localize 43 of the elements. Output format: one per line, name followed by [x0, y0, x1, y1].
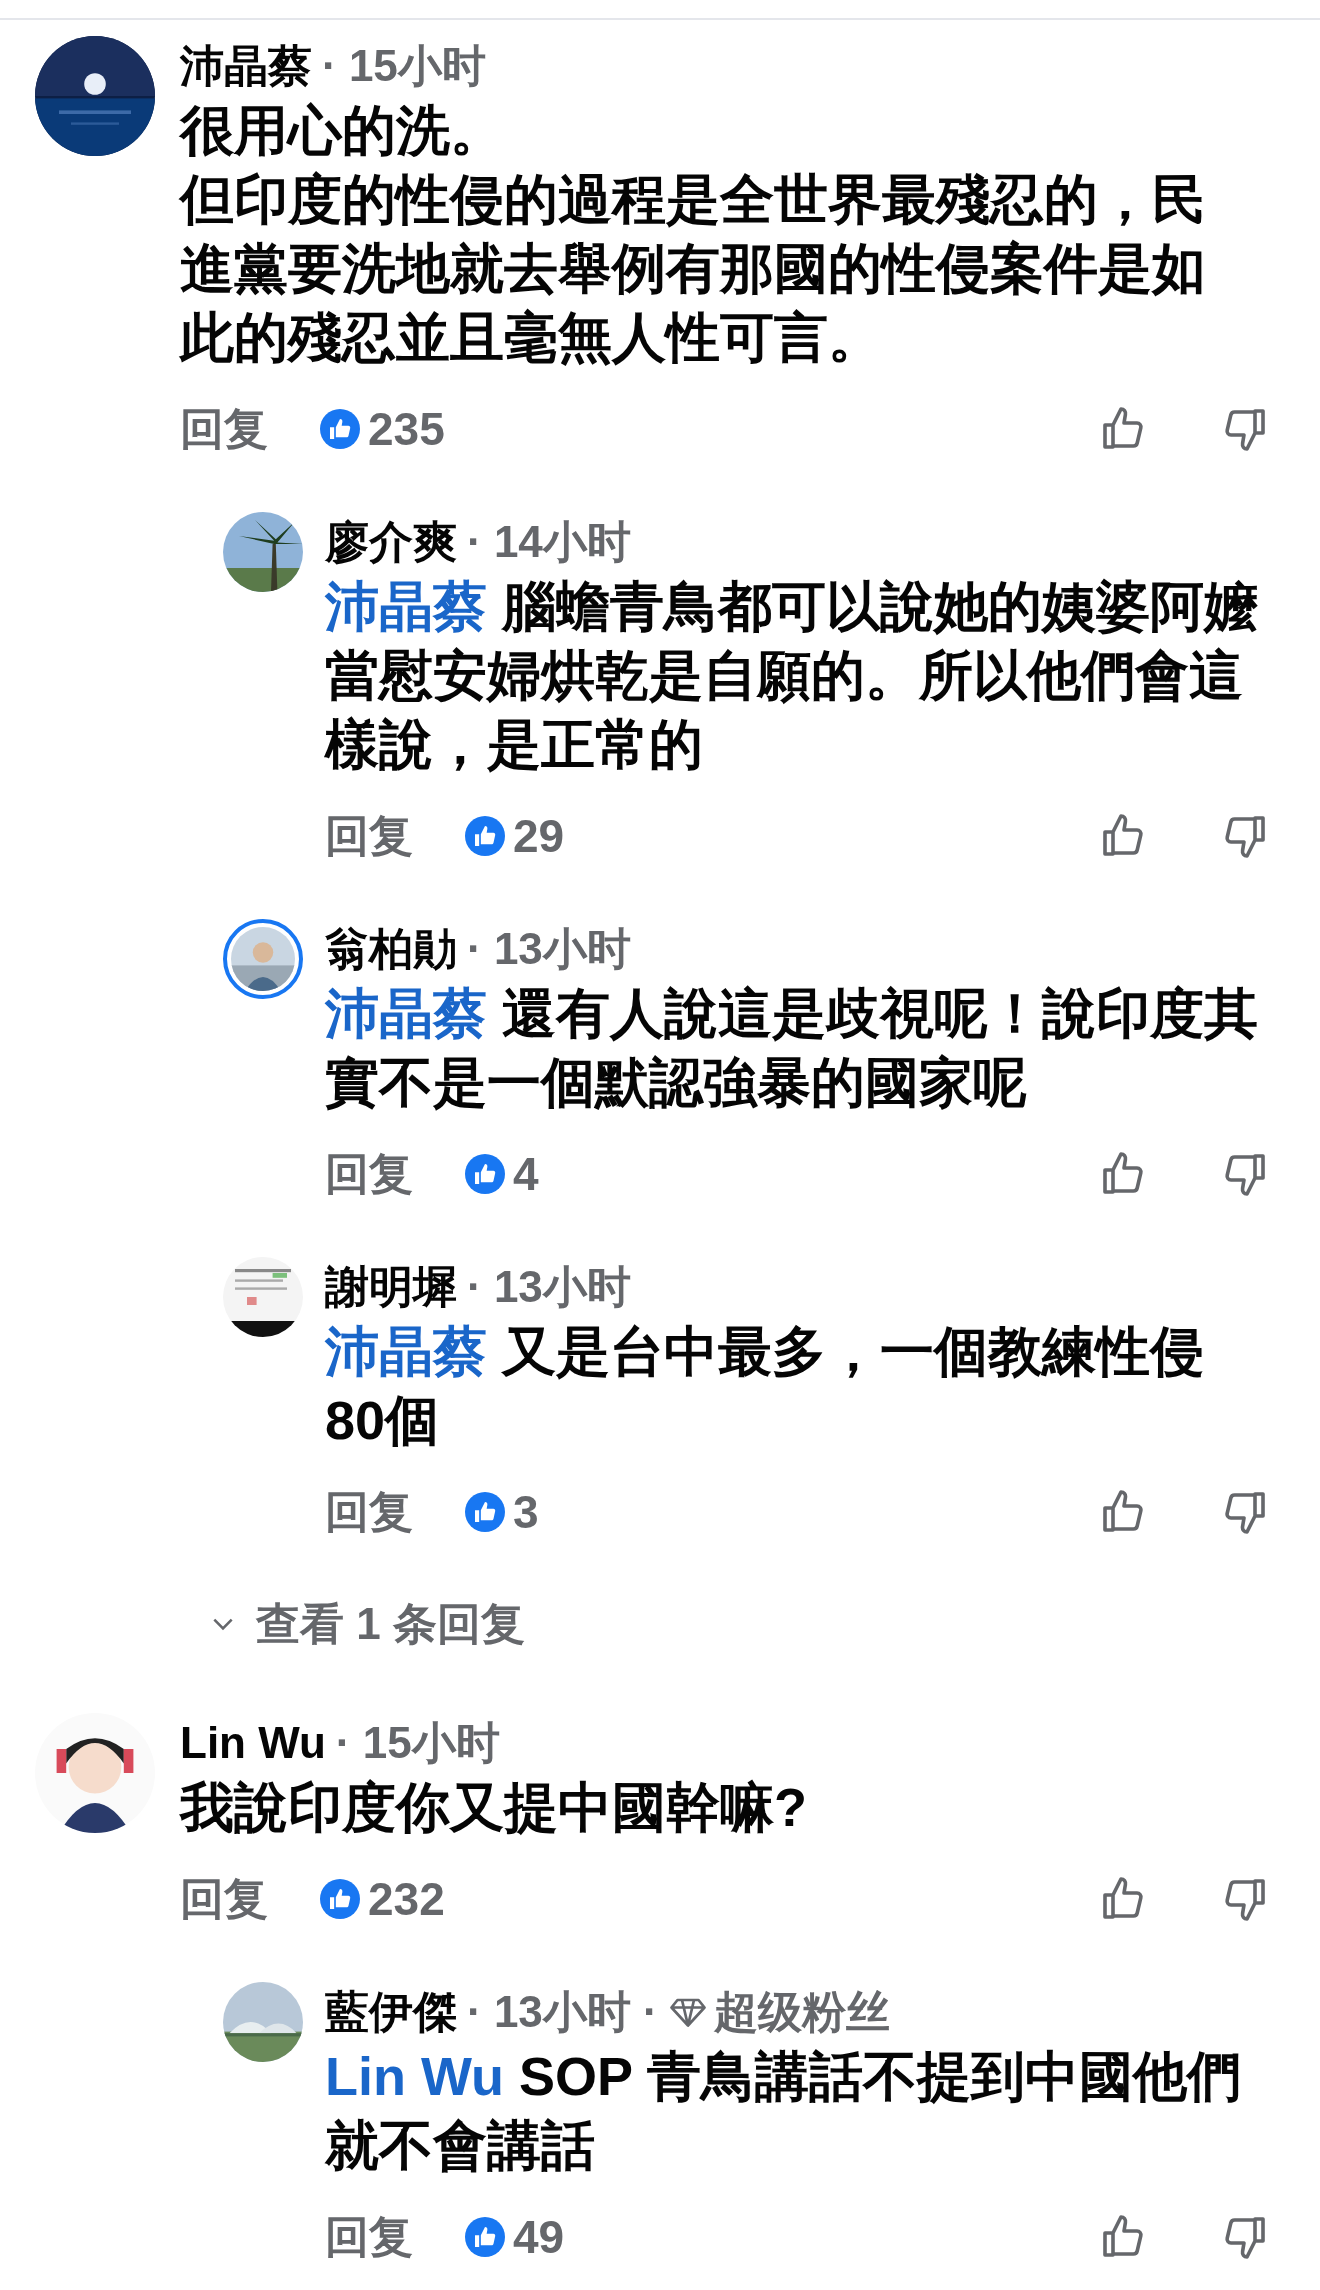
comment-text: Lin Wu SOP 青鳥講話不提到中國他們就不會講話 — [325, 2045, 1243, 2177]
timestamp: · 15小时 — [322, 40, 486, 92]
like-icon — [465, 816, 505, 856]
mention-link[interactable]: Lin Wu — [325, 2046, 504, 2106]
reply-link[interactable]: 回复 — [325, 803, 413, 869]
comment-text: 沛晶蔡 又是台中最多，一個教練性侵 80個 — [325, 1320, 1205, 1452]
like-count: 29 — [513, 808, 565, 864]
comment-text: 很用心的洗。 — [180, 99, 505, 162]
like-count: 232 — [368, 1871, 445, 1927]
comment-text: 我說印度你又提中國幹嘛? — [180, 1776, 808, 1839]
author-name: 謝明墀 — [325, 1261, 457, 1313]
reply-link[interactable]: 回复 — [325, 2204, 413, 2270]
timestamp: · 14小时 — [467, 516, 631, 568]
timestamp: · 15小时 — [335, 1717, 500, 1769]
mention-link[interactable]: 沛晶蔡 — [325, 1321, 487, 1381]
like-icon — [320, 1879, 360, 1919]
comment-text: 沛晶蔡 腦蟾青鳥都可以說她的姨婆阿嬤當慰安婦烘乾是自願的。所以他們會這樣說，是正常的 — [325, 575, 1259, 776]
timestamp: · 13小时 — [467, 1261, 631, 1313]
like-icon — [465, 2217, 505, 2257]
timestamp: · 13小时 — [467, 923, 631, 975]
reply-link[interactable]: 回复 — [180, 396, 268, 462]
like-count: 235 — [368, 401, 445, 457]
comment-text: 但印度的性侵的過程是全世界最殘忍的，民進黨要洗地就去舉例有那國的性侵案件是如此的殘忍並且毫無人性可言。 — [180, 168, 1207, 369]
author-name: 翁柏勛 — [325, 923, 457, 975]
author-name: 廖介爽 — [325, 516, 457, 568]
like-icon — [320, 409, 360, 449]
like-count: 4 — [513, 1146, 539, 1202]
mention-link[interactable]: 沛晶蔡 — [325, 576, 487, 636]
reply-link[interactable]: 回复 — [325, 1141, 413, 1207]
author-name: Lin Wu — [180, 1717, 326, 1769]
timestamp: · 13小时 · — [467, 1986, 658, 2038]
reply-link[interactable]: 回复 — [180, 1866, 268, 1932]
like-icon — [465, 1492, 505, 1532]
fan-label: 超级粉丝 — [713, 1986, 890, 2038]
like-count: 49 — [513, 2209, 565, 2265]
mention-link[interactable]: 沛晶蔡 — [325, 983, 487, 1043]
author-name: 藍伊傑 — [325, 1986, 457, 2038]
reply-link[interactable]: 回复 — [325, 1479, 413, 1545]
view-replies-button[interactable]: 查看 1 条回复 — [210, 1591, 525, 1657]
comment-text: 沛晶蔡 還有人說這是歧視呢！說印度其實不是一個默認強暴的國家呢 — [325, 982, 1259, 1114]
author-name: 沛晶蔡 — [180, 40, 312, 92]
like-count: 3 — [513, 1484, 539, 1540]
like-icon — [465, 1154, 505, 1194]
